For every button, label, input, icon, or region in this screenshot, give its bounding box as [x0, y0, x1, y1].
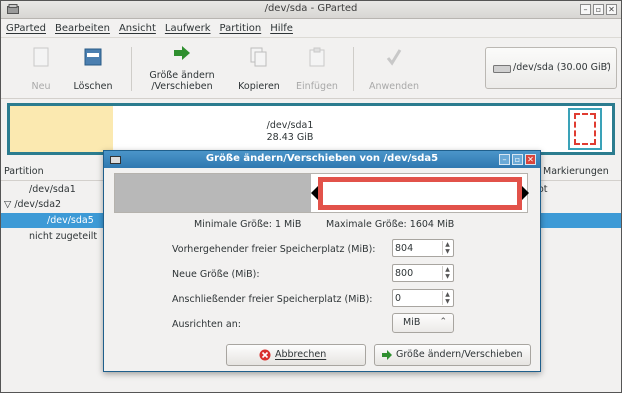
free-before-spinner[interactable]: ▲▼ — [392, 239, 454, 257]
row-partition-name: ▽ /dev/sda2 — [4, 199, 62, 210]
partition-segment-sda5[interactable] — [574, 113, 596, 145]
delete-button[interactable]: Löschen — [63, 43, 123, 95]
device-selector[interactable]: /dev/sda (30.00 GiB) ⌃ — [485, 47, 617, 89]
device-selector-label: /dev/sda (30.00 GiB) — [513, 62, 611, 73]
dialog-minimize-button[interactable]: – — [499, 154, 510, 165]
partition-segment-sda1[interactable] — [10, 106, 113, 152]
partition-resize-box[interactable] — [318, 177, 522, 210]
resize-label-line2: /Verschieben — [151, 81, 213, 92]
cancel-button[interactable]: Abbrechen — [226, 344, 366, 366]
new-button-label: Neu — [31, 81, 51, 92]
toolbar-separator — [131, 47, 132, 91]
apply-button-label: Anwenden — [368, 81, 420, 92]
dialog-title: Größe ändern/Verschieben von /dev/sda5 — [205, 153, 439, 164]
spinner-updown-icon[interactable]: ▲ ▼ — [442, 266, 452, 280]
menu-bearbeiten[interactable]: Bearbeiten — [55, 20, 110, 37]
menu-ansicht[interactable]: Ansicht — [119, 20, 156, 37]
new-button[interactable]: Neu — [11, 43, 71, 95]
new-size-spinner[interactable]: ▲▼ — [392, 264, 454, 282]
free-after-input[interactable] — [395, 291, 439, 305]
resize-move-confirm-button[interactable]: Größe ändern/Verschieben — [374, 344, 531, 366]
resize-label-line1: Größe ändern — [149, 70, 215, 81]
copy-button-label: Kopieren — [238, 81, 280, 92]
paste-button-label: Einfügen — [296, 81, 338, 92]
harddisk-icon — [493, 65, 511, 73]
menu-partition[interactable]: Partition — [220, 20, 262, 37]
resize-move-confirm-label: Größe ändern/Verschieben — [396, 349, 523, 360]
diskmap-partition-name: /dev/sda1 — [266, 120, 314, 131]
new-size-label: Neue Größe (MiB): — [172, 269, 260, 280]
row-partition-name: /dev/sda5 — [47, 215, 94, 226]
column-header-partition[interactable]: Partition — [4, 166, 44, 177]
row-partition-name: nicht zugeteilt — [29, 231, 98, 242]
menu-hilfe[interactable]: Hilfe — [270, 20, 293, 37]
minimize-button[interactable]: – — [580, 4, 591, 15]
new-size-input[interactable] — [395, 266, 439, 280]
maximize-button[interactable]: ▫ — [593, 4, 604, 15]
spinner-updown-icon[interactable]: ▲ ▼ — [442, 291, 452, 305]
window-title: /dev/sda - GParted — [264, 3, 358, 14]
menu-laufwerk[interactable]: Laufwerk — [165, 20, 211, 37]
free-before-label: Vorhergehender freier Speicherplatz (MiB… — [172, 244, 376, 255]
delete-partition-icon — [84, 48, 102, 66]
free-before-input[interactable] — [395, 241, 439, 255]
dialog-maximize-button[interactable]: ▫ — [512, 154, 523, 165]
resize-move-button[interactable]: Größe ändern /Verschieben — [147, 43, 217, 95]
paste-button[interactable]: Einfügen — [287, 43, 347, 95]
resize-graphic[interactable] — [114, 173, 529, 213]
align-label: Ausrichten an: — [172, 319, 241, 330]
free-after-label: Anschließender freier Speicherplatz (MiB… — [172, 294, 373, 305]
copy-button[interactable]: Kopieren — [229, 43, 289, 95]
delete-button-label: Löschen — [73, 81, 113, 92]
align-value: MiB — [403, 317, 421, 328]
resize-handle-right[interactable] — [522, 186, 529, 200]
chevron-updown-icon: ⌃ — [439, 317, 447, 327]
maximum-size-label: Maximale Größe: 1604 MiB — [326, 219, 455, 230]
toolbar-separator — [353, 47, 354, 91]
row-partition-name: /dev/sda1 — [29, 184, 76, 195]
disk-graphic: /dev/sda1 28.43 GiB — [7, 103, 615, 155]
copy-icon — [250, 47, 267, 67]
resize-move-dialog: Größe ändern/Verschieben von /dev/sda5 –… — [103, 150, 541, 372]
align-combobox[interactable]: MiB ⌃ — [392, 313, 454, 333]
close-button[interactable]: ✕ — [606, 4, 617, 15]
partition-segment-extended[interactable] — [568, 108, 602, 150]
resize-handle-left[interactable] — [311, 186, 318, 200]
apply-button[interactable]: Anwenden — [361, 43, 427, 95]
paste-icon — [309, 47, 325, 67]
cancel-button-label: Abbrechen — [275, 349, 327, 360]
new-document-icon — [33, 47, 49, 67]
free-after-spinner[interactable]: ▲▼ — [392, 289, 454, 307]
chevron-updown-icon: ⌃ — [604, 62, 612, 72]
dialog-titlebar: Größe ändern/Verschieben von /dev/sda5 –… — [104, 151, 540, 168]
window-titlebar: /dev/sda - GParted – ▫ ✕ — [1, 1, 621, 19]
diskmap-partition-size: 28.43 GiB — [266, 132, 314, 143]
dialog-close-button[interactable]: ✕ — [525, 154, 536, 165]
column-header-flags[interactable]: Markierungen — [543, 166, 609, 177]
resize-move-icon — [382, 350, 392, 360]
cancel-icon — [259, 349, 271, 361]
menubar: GParted Bearbeiten Ansicht Laufwerk Part… — [1, 20, 621, 38]
menu-gparted[interactable]: GParted — [6, 20, 46, 37]
resize-move-icon — [174, 46, 190, 60]
spinner-updown-icon[interactable]: ▲ ▼ — [442, 241, 452, 255]
apply-checkmark-icon — [386, 49, 402, 66]
minimum-size-label: Minimale Größe: 1 MiB — [194, 219, 302, 230]
free-space-before — [115, 174, 311, 212]
